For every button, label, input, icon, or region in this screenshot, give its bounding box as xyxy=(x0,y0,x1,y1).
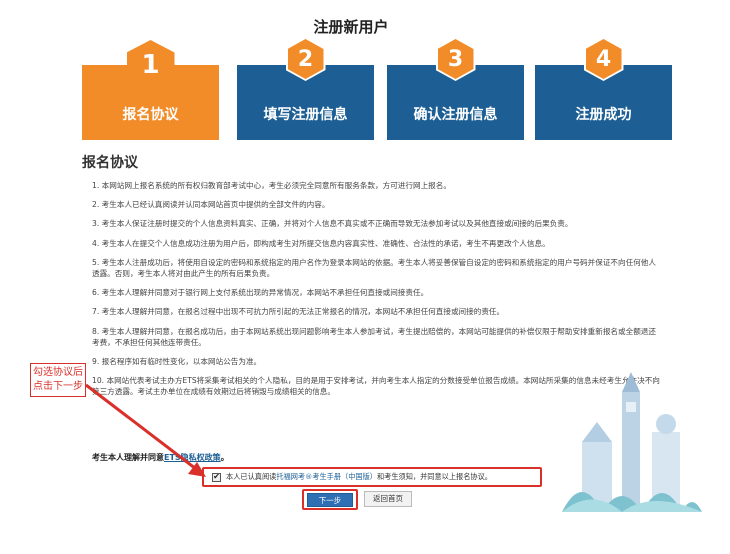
privacy-statement: 考生本人理解并同意ETS隐私权政策。 xyxy=(92,452,229,463)
step-2: 2 填写注册信息 xyxy=(237,37,374,140)
registration-page: 注册新用户 1 报名协议 2 填写注册信息 3 确认注册信息 4 注册成功 报名… xyxy=(0,0,702,512)
section-title: 报名协议 xyxy=(82,155,138,171)
step-4-label: 注册成功 xyxy=(575,107,632,123)
step-3-number: 3 xyxy=(437,39,474,79)
annotation-line-1: 勾选协议后 xyxy=(33,367,83,378)
back-home-button[interactable]: 返回首页 xyxy=(364,491,412,507)
step-1-number: 1 xyxy=(128,42,173,88)
term-item: 7. 考生本人理解并同意，在报名过程中出现不可抗力所引起的无法正常报名的情况，本… xyxy=(92,307,505,317)
annotation-callout: 勾选协议后 点击下一步 xyxy=(30,363,86,397)
agreement-text-after: 和考生须知，并同意以上报名协议。 xyxy=(376,472,492,481)
term-item: 5. 考生本人注册成功后，将使用自设定的密码和系统指定的用户名作为登录本网站的依… xyxy=(92,257,656,279)
step-3-label: 确认注册信息 xyxy=(413,107,498,123)
term-item: 2. 考生本人已经认真阅读并认同本网站首页中提供的全部文件的内容。 xyxy=(92,200,330,210)
next-button[interactable]: 下一步 xyxy=(307,493,353,507)
step-4-hex: 4 xyxy=(583,37,624,81)
term-item: 4. 考生本人在提交个人信息成功注册为用户后，即构成考生对所提交信息内容真实性、… xyxy=(92,238,550,248)
agreement-checkbox-row[interactable]: ✔ 本人已认真阅读 托福网考®考生手册（中国版） 和考生须知，并同意以上报名协议… xyxy=(202,467,542,487)
step-progress: 1 报名协议 2 填写注册信息 3 确认注册信息 4 注册成功 xyxy=(82,37,672,140)
step-1-label: 报名协议 xyxy=(122,107,179,123)
step-3: 3 确认注册信息 xyxy=(387,37,524,140)
term-item: 3. 考生本人保证注册时提交的个人信息资料真实、正确，并将对个人信息不真实或不正… xyxy=(92,219,573,229)
page-title: 注册新用户 xyxy=(313,18,389,36)
term-item: 8. 考生本人理解并同意，在报名成功后，由于本网站系统出现问题影响考生本人参加考… xyxy=(92,326,656,347)
handbook-link[interactable]: 托福网考®考生手册（中国版） xyxy=(276,472,377,482)
agreement-text-before: 本人已认真阅读 xyxy=(226,472,277,481)
step-1: 1 报名协议 xyxy=(82,40,219,140)
privacy-prefix: 考生本人理解并同意 xyxy=(92,453,164,462)
step-2-number: 2 xyxy=(287,39,324,79)
privacy-suffix: 。 xyxy=(220,453,229,462)
step-3-hex: 3 xyxy=(435,37,476,81)
step-1-hex: 1 xyxy=(126,40,175,90)
step-4-number: 4 xyxy=(585,39,622,79)
step-2-hex: 2 xyxy=(285,37,326,81)
step-4: 4 注册成功 xyxy=(535,37,672,140)
annotation-line-2: 点击下一步 xyxy=(33,381,83,392)
next-button-highlight: 下一步 xyxy=(302,489,358,510)
term-item: 6. 考生本人理解并同意对于银行网上支付系统出现的异常情况，本网站不承担任何直接… xyxy=(92,288,429,298)
agreement-checkbox[interactable]: ✔ xyxy=(212,472,221,482)
term-item: 1. 本网站网上报名系统的所有权归教育部考试中心，考生必须完全同意所有服务条款，… xyxy=(92,181,451,190)
landmark-illustration xyxy=(562,372,702,512)
privacy-policy-link[interactable]: ETS隐私权政策 xyxy=(164,453,221,462)
step-2-label: 填写注册信息 xyxy=(263,107,348,123)
